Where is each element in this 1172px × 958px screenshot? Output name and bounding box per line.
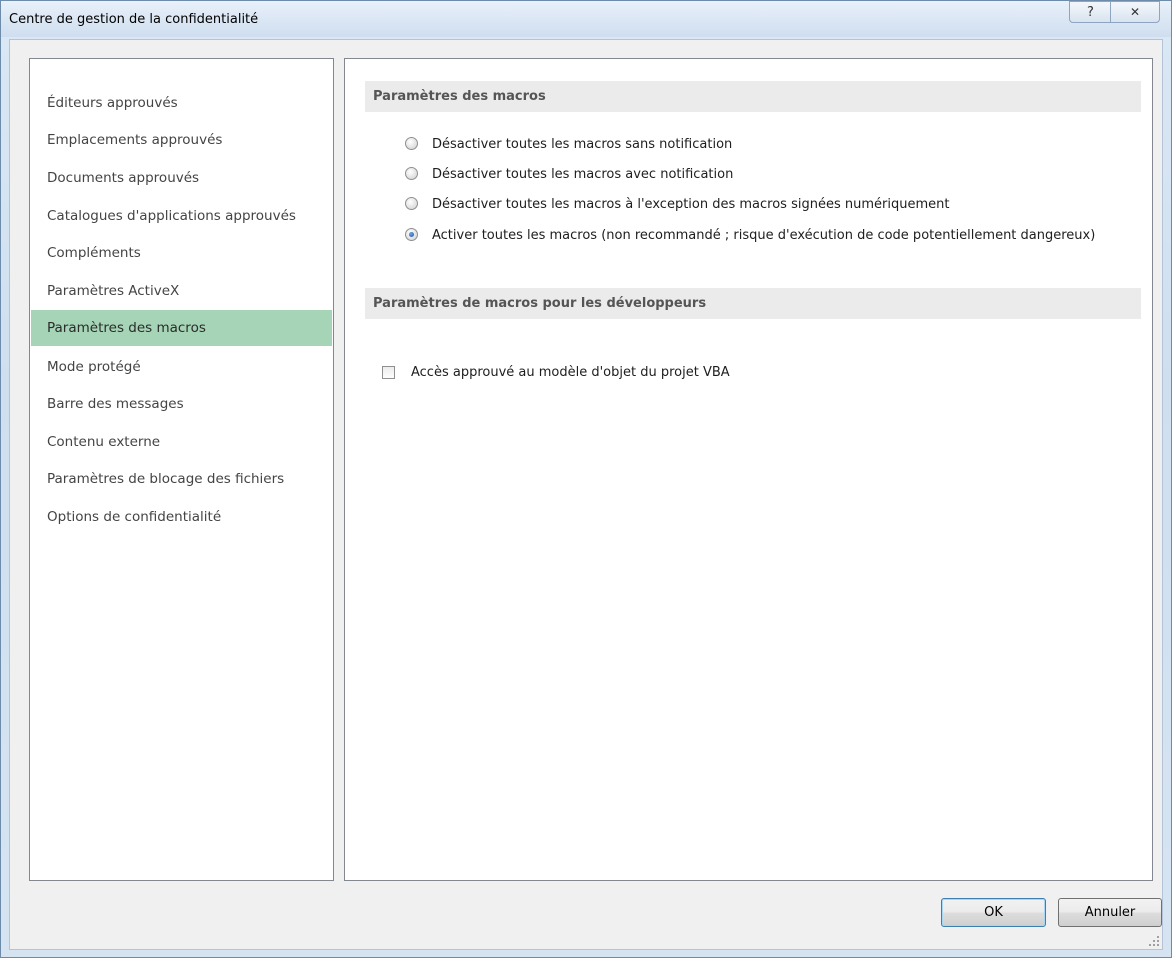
sidebar-item-trusted-locations[interactable]: Emplacements approuvés [31, 122, 332, 158]
close-icon: ✕ [1129, 5, 1141, 19]
vba-access-checkbox[interactable] [382, 366, 395, 379]
ok-button[interactable]: OK [941, 898, 1046, 927]
sidebar-item-label: Éditeurs approuvés [47, 95, 178, 111]
trust-center-dialog: Centre de gestion de la confidentialité … [0, 0, 1172, 958]
close-button[interactable]: ✕ [1110, 1, 1160, 23]
macro-settings-header: Paramètres des macros [365, 81, 1141, 112]
sidebar-item-label: Catalogues d'applications approuvés [47, 208, 296, 224]
sidebar-item-label: Mode protégé [47, 359, 141, 375]
sidebar-item-label: Paramètres des macros [47, 320, 206, 336]
sidebar: Éditeurs approuvés Emplacements approuvé… [29, 58, 334, 881]
radio-button[interactable] [405, 197, 418, 210]
radio-button[interactable] [405, 137, 418, 150]
sidebar-item-message-bar[interactable]: Barre des messages [31, 386, 332, 422]
radio-label: Désactiver toutes les macros avec notifi… [432, 167, 734, 182]
resize-grip-icon[interactable] [1149, 936, 1159, 946]
sidebar-item-privacy-options[interactable]: Options de confidentialité [31, 499, 332, 535]
sidebar-item-file-block-settings[interactable]: Paramètres de blocage des fichiers [31, 461, 332, 497]
radio-label: Activer toutes les macros (non recommand… [432, 228, 1096, 243]
radio-disable-except-signed[interactable]: Désactiver toutes les macros à l'excepti… [405, 195, 1125, 215]
radio-label: Désactiver toutes les macros à l'excepti… [432, 197, 950, 212]
radio-disable-without-notification[interactable]: Désactiver toutes les macros sans notifi… [405, 135, 1125, 155]
sidebar-item-protected-view[interactable]: Mode protégé [31, 349, 332, 385]
sidebar-item-trusted-documents[interactable]: Documents approuvés [31, 160, 332, 196]
radio-enable-all-macros[interactable]: Activer toutes les macros (non recommand… [405, 226, 1125, 266]
sidebar-item-label: Paramètres ActiveX [47, 283, 180, 299]
radio-disable-with-notification[interactable]: Désactiver toutes les macros avec notifi… [405, 165, 1125, 185]
settings-panel: Paramètres des macros Désactiver toutes … [344, 58, 1153, 881]
sidebar-item-macro-settings[interactable]: Paramètres des macros [31, 310, 332, 346]
sidebar-item-label: Options de confidentialité [47, 509, 222, 525]
title-bar: Centre de gestion de la confidentialité … [1, 1, 1171, 37]
sidebar-item-label: Barre des messages [47, 396, 184, 412]
sidebar-item-activex-settings[interactable]: Paramètres ActiveX [31, 273, 332, 309]
radio-button-selected[interactable] [405, 228, 418, 241]
sidebar-item-label: Compléments [47, 245, 141, 261]
radio-label: Désactiver toutes les macros sans notifi… [432, 137, 733, 152]
sidebar-item-external-content[interactable]: Contenu externe [31, 424, 332, 460]
dialog-title: Centre de gestion de la confidentialité [9, 12, 259, 27]
help-icon: ? [1087, 4, 1094, 20]
dialog-body: Éditeurs approuvés Emplacements approuvé… [9, 39, 1163, 950]
sidebar-item-label: Emplacements approuvés [47, 132, 223, 148]
radio-button[interactable] [405, 167, 418, 180]
sidebar-item-trusted-app-catalogs[interactable]: Catalogues d'applications approuvés [31, 198, 332, 234]
vba-access-label[interactable]: Accès approuvé au modèle d'objet du proj… [411, 363, 730, 382]
sidebar-item-label: Contenu externe [47, 434, 161, 450]
cancel-button[interactable]: Annuler [1058, 898, 1162, 927]
sidebar-item-trusted-publishers[interactable]: Éditeurs approuvés [31, 85, 332, 121]
sidebar-item-label: Documents approuvés [47, 170, 200, 186]
developer-settings-header: Paramètres de macros pour les développeu… [365, 288, 1141, 319]
sidebar-item-label: Paramètres de blocage des fichiers [47, 471, 285, 487]
help-button[interactable]: ? [1069, 1, 1111, 23]
sidebar-item-add-ins[interactable]: Compléments [31, 235, 332, 271]
